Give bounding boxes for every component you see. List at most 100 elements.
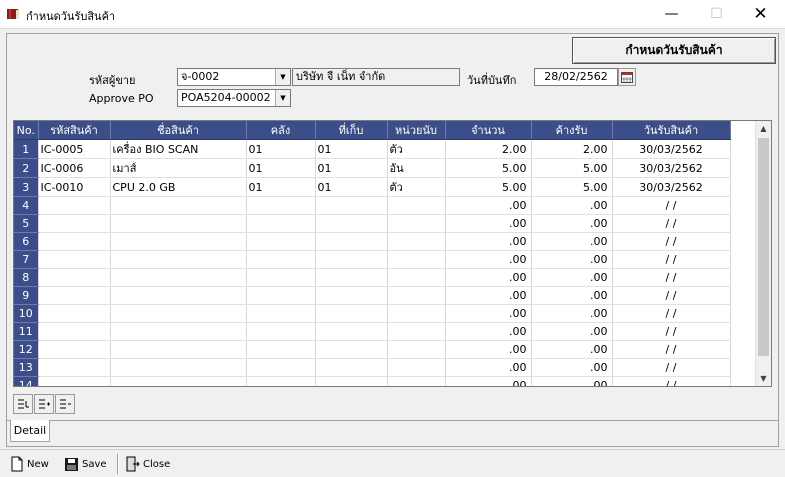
- cell-date[interactable]: / /: [612, 376, 731, 386]
- cell-loc[interactable]: [315, 250, 388, 269]
- table-row[interactable]: 5.00.00/ /: [14, 214, 731, 233]
- chevron-down-icon[interactable]: ▼: [275, 90, 290, 106]
- cell-date[interactable]: / /: [612, 286, 731, 305]
- cell-code[interactable]: IC-0005: [38, 139, 111, 159]
- close-button[interactable]: Close: [125, 455, 170, 473]
- cell-code[interactable]: [38, 358, 111, 377]
- cell-pending[interactable]: .00: [531, 322, 613, 341]
- cell-qty[interactable]: .00: [445, 286, 532, 305]
- table-row[interactable]: 10.00.00/ /: [14, 304, 731, 323]
- cell-code[interactable]: [38, 376, 111, 386]
- cell-date[interactable]: 30/03/2562: [612, 139, 731, 159]
- date-field[interactable]: 28/02/2562: [534, 68, 618, 86]
- column-header[interactable]: วันรับสินค้า: [612, 121, 731, 140]
- cell-date[interactable]: 30/03/2562: [612, 158, 731, 178]
- column-header[interactable]: รหัสสินค้า: [38, 121, 111, 140]
- cell-qty[interactable]: 5.00: [445, 177, 532, 197]
- cell-pending[interactable]: .00: [531, 286, 613, 305]
- cell-date[interactable]: / /: [612, 340, 731, 359]
- cell-wh[interactable]: [246, 322, 316, 341]
- cell-qty[interactable]: .00: [445, 214, 532, 233]
- cell-loc[interactable]: [315, 214, 388, 233]
- cell-loc[interactable]: 01: [315, 177, 388, 197]
- calendar-icon[interactable]: [618, 68, 636, 86]
- cell-name[interactable]: [110, 196, 247, 215]
- cell-date[interactable]: / /: [612, 268, 731, 287]
- scroll-down-icon[interactable]: ▼: [756, 371, 771, 386]
- cell-unit[interactable]: ตัว: [387, 177, 446, 197]
- cell-code[interactable]: [38, 232, 111, 251]
- cell-wh[interactable]: [246, 358, 316, 377]
- table-row[interactable]: 12.00.00/ /: [14, 340, 731, 359]
- table-row[interactable]: 8.00.00/ /: [14, 268, 731, 287]
- cell-code[interactable]: IC-0010: [38, 177, 111, 197]
- cell-date[interactable]: / /: [612, 358, 731, 377]
- cell-pending[interactable]: .00: [531, 232, 613, 251]
- cell-date[interactable]: / /: [612, 232, 731, 251]
- maximize-button[interactable]: ☐: [694, 0, 739, 28]
- vendor-code-combo[interactable]: จ-0002 ▼: [177, 68, 291, 86]
- cell-name[interactable]: เครื่อง BIO SCAN: [110, 139, 247, 159]
- cell-name[interactable]: [110, 286, 247, 305]
- table-row[interactable]: 1 IC-0005 เครื่อง BIO SCAN 01 01 ตัว 2.00 2.00 3…: [14, 139, 731, 159]
- cell-wh[interactable]: [246, 196, 316, 215]
- cell-wh[interactable]: [246, 286, 316, 305]
- cell-qty[interactable]: .00: [445, 268, 532, 287]
- cell-unit[interactable]: [387, 250, 446, 269]
- table-row[interactable]: 9.00.00/ /: [14, 286, 731, 305]
- table-row[interactable]: 13.00.00/ /: [14, 358, 731, 377]
- table-row[interactable]: 3 IC-0010 CPU 2.0 GB 01 01 ตัว 5.00 5.00 30/03/2…: [14, 177, 731, 197]
- cell-loc[interactable]: [315, 232, 388, 251]
- cell-name[interactable]: [110, 214, 247, 233]
- cell-name[interactable]: CPU 2.0 GB: [110, 177, 247, 197]
- cell-unit[interactable]: [387, 268, 446, 287]
- cell-qty[interactable]: .00: [445, 304, 532, 323]
- cell-unit[interactable]: [387, 340, 446, 359]
- cell-code[interactable]: [38, 322, 111, 341]
- items-grid[interactable]: No. รหัสสินค้า ชื่อสินค้า คลัง ที่เก็บ หน่วยน…: [13, 120, 772, 387]
- cell-pending[interactable]: 2.00: [531, 139, 613, 159]
- cell-qty[interactable]: 5.00: [445, 158, 532, 178]
- cell-loc[interactable]: [315, 340, 388, 359]
- cell-code[interactable]: [38, 268, 111, 287]
- cell-loc[interactable]: 01: [315, 158, 388, 178]
- save-button[interactable]: Save: [64, 455, 107, 473]
- cell-code[interactable]: IC-0006: [38, 158, 111, 178]
- cell-pending[interactable]: .00: [531, 304, 613, 323]
- cell-wh[interactable]: [246, 250, 316, 269]
- cell-date[interactable]: / /: [612, 250, 731, 269]
- cell-name[interactable]: เมาส์: [110, 158, 247, 178]
- cell-code[interactable]: [38, 304, 111, 323]
- cell-unit[interactable]: [387, 196, 446, 215]
- cell-qty[interactable]: .00: [445, 376, 532, 386]
- cell-qty[interactable]: .00: [445, 340, 532, 359]
- cell-wh[interactable]: [246, 232, 316, 251]
- cell-date[interactable]: / /: [612, 214, 731, 233]
- cell-unit[interactable]: [387, 322, 446, 341]
- cell-code[interactable]: [38, 250, 111, 269]
- scroll-up-icon[interactable]: ▲: [756, 121, 771, 136]
- cell-loc[interactable]: [315, 322, 388, 341]
- table-row[interactable]: 2 IC-0006 เมาส์ 01 01 อัน 5.00 5.00 30/03/2562: [14, 158, 731, 178]
- column-header[interactable]: ชื่อสินค้า: [110, 121, 247, 140]
- cell-wh[interactable]: 01: [246, 139, 316, 159]
- cell-unit[interactable]: ตัว: [387, 139, 446, 159]
- cell-wh[interactable]: [246, 376, 316, 386]
- cell-name[interactable]: [110, 376, 247, 386]
- column-header[interactable]: หน่วยนับ: [387, 121, 446, 140]
- cell-unit[interactable]: [387, 376, 446, 386]
- cell-qty[interactable]: 2.00: [445, 139, 532, 159]
- column-header[interactable]: ค้างรับ: [531, 121, 613, 140]
- cell-name[interactable]: [110, 358, 247, 377]
- cell-wh[interactable]: 01: [246, 177, 316, 197]
- close-window-button[interactable]: ✕: [738, 0, 783, 28]
- vertical-scrollbar[interactable]: ▲ ▼: [755, 121, 771, 386]
- cell-loc[interactable]: [315, 304, 388, 323]
- cell-date[interactable]: 30/03/2562: [612, 177, 731, 197]
- cell-qty[interactable]: .00: [445, 358, 532, 377]
- table-row[interactable]: 7.00.00/ /: [14, 250, 731, 269]
- append-row-icon[interactable]: [34, 394, 54, 414]
- cell-pending[interactable]: .00: [531, 250, 613, 269]
- scroll-thumb[interactable]: [758, 138, 769, 356]
- table-row[interactable]: 6.00.00/ /: [14, 232, 731, 251]
